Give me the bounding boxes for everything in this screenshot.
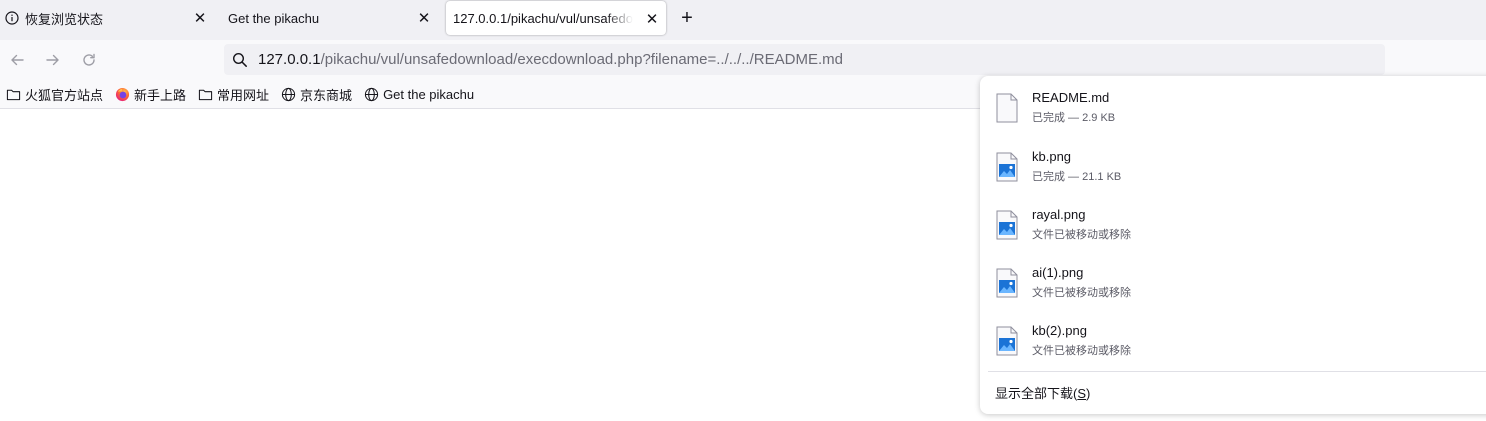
download-item-rayal[interactable]: rayal.png 文件已被移动或移除 (980, 201, 1486, 251)
download-filename: rayal.png (1032, 207, 1086, 222)
close-tab-icon[interactable]: ✕ (192, 10, 208, 26)
download-status: 文件已被移动或移除 (1032, 287, 1131, 299)
forward-button[interactable] (43, 50, 63, 70)
url-text[interactable]: 127.0.0.1/pikachu/vul/unsafedownload/exe… (258, 51, 843, 68)
show-all-label: 显示全部下载( (995, 386, 1078, 401)
folder-icon (198, 89, 213, 100)
image-file-icon (996, 268, 1018, 298)
forward-arrow-icon (46, 54, 59, 66)
download-filename: README.md (1032, 90, 1110, 105)
folder-icon (6, 89, 21, 100)
firefox-icon (115, 87, 130, 101)
bookmark-common-sites[interactable]: 常用网址 (198, 85, 269, 104)
search-icon (232, 52, 247, 67)
download-item-ai1[interactable]: ai(1).png 文件已被移动或移除 (980, 259, 1486, 309)
show-all-accesskey: S (1077, 386, 1087, 401)
download-filename: kb(2).png (1032, 323, 1087, 338)
show-all-label-end: ) (1086, 386, 1091, 401)
tab-label: Get the pikachu (228, 10, 320, 26)
tab-strip: 恢复浏览状态 ✕ Get the pikachu ✕ 127.0.0.1/pik… (0, 0, 1486, 40)
tab-label: 127.0.0.1/pikachu/vul/unsafedownload/exe… (453, 10, 633, 26)
close-tab-icon[interactable]: ✕ (644, 11, 660, 27)
download-filename: kb.png (1032, 149, 1072, 164)
bookmark-label: Get the pikachu (383, 86, 475, 102)
tab-label: 恢复浏览状态 (25, 11, 104, 27)
new-tab-button[interactable]: + (677, 8, 697, 29)
download-item-readme[interactable]: README.md 已完成 — 2.9 KB (980, 84, 1486, 134)
address-bar[interactable]: 127.0.0.1/pikachu/vul/unsafedownload/exe… (224, 44, 1385, 75)
downloads-panel: README.md 已完成 — 2.9 KB kb.png 已完成 — 21.1… (980, 76, 1486, 414)
globe-icon (364, 87, 379, 101)
bookmark-getting-started[interactable]: 新手上路 (115, 85, 186, 104)
download-status: 文件已被移动或移除 (1032, 345, 1131, 357)
bookmark-label: 常用网址 (217, 87, 270, 103)
download-item-kb2[interactable]: kb(2).png 文件已被移动或移除 (980, 317, 1486, 367)
download-status: 已完成 — 2.9 KB (1032, 112, 1116, 124)
url-host: 127.0.0.1 (258, 51, 321, 68)
bookmark-get-the-pikachu[interactable]: Get the pikachu (364, 87, 474, 102)
close-tab-icon[interactable]: ✕ (416, 10, 432, 26)
info-icon (5, 11, 19, 25)
bookmark-jd-mall[interactable]: 京东商城 (281, 85, 352, 104)
show-all-downloads-button[interactable]: 显示全部下载(S) (995, 383, 1090, 402)
tab-restore-session[interactable]: 恢复浏览状态 ✕ (0, 0, 214, 36)
download-status: 已完成 — 21.1 KB (1032, 171, 1122, 183)
bookmark-label: 火狐官方站点 (25, 87, 104, 103)
bookmark-firefox-official[interactable]: 火狐官方站点 (6, 85, 103, 104)
bookmark-label: 京东商城 (300, 87, 353, 103)
back-button[interactable] (7, 50, 27, 70)
panel-divider (988, 371, 1486, 372)
download-status: 文件已被移动或移除 (1032, 229, 1131, 241)
image-file-icon (996, 210, 1018, 240)
back-arrow-icon (11, 54, 24, 66)
image-file-icon (996, 326, 1018, 356)
bookmark-label: 新手上路 (134, 87, 187, 103)
tab-execdownload[interactable]: 127.0.0.1/pikachu/vul/unsafedownload/exe… (446, 1, 666, 35)
download-filename: ai(1).png (1032, 265, 1084, 280)
download-item-kb[interactable]: kb.png 已完成 — 21.1 KB (980, 143, 1486, 193)
tab-get-the-pikachu[interactable]: Get the pikachu ✕ (222, 0, 438, 36)
reload-icon (83, 53, 95, 66)
image-file-icon (996, 152, 1018, 182)
reload-button[interactable] (79, 50, 99, 70)
document-file-icon (996, 93, 1018, 123)
url-path: /pikachu/vul/unsafedownload/execdownload… (320, 51, 843, 68)
globe-icon (281, 87, 296, 101)
